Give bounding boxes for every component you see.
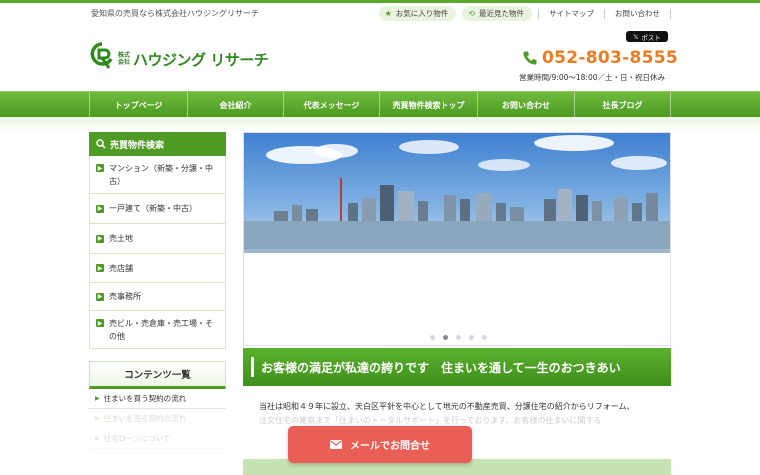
main-content: お客様の満足が私達の誇りです 住まいを通して一生のおつきあい 当社は昭和４９年に… [243, 132, 671, 428]
mail-inquiry-button[interactable]: メールでお問合せ [288, 426, 472, 463]
sidebar: 売買物件検索 ▶ マンション（新築・分譲・中古） ▶ 一戸建て（新築・中古） ▶… [89, 132, 226, 449]
mail-icon [330, 440, 342, 449]
sitemap-link[interactable]: サイトマップ [545, 8, 598, 19]
nav-item-top[interactable]: トップページ [89, 92, 187, 118]
triangle-right-icon: ▶ [95, 395, 100, 402]
arrow-right-icon: ▶ [96, 319, 104, 327]
phone-icon [523, 51, 537, 65]
nav-item-contact[interactable]: お問い合わせ [477, 92, 574, 118]
hero-slider[interactable] [243, 132, 671, 346]
slider-pagination [244, 335, 670, 340]
contact-link[interactable]: お問い合わせ [611, 8, 664, 19]
logo-company-type: 株式 会社 [118, 52, 131, 66]
triangle-right-icon: ▶ [95, 415, 100, 422]
nav-item-blog[interactable]: 社長ブログ [574, 92, 671, 118]
top-accent-line [0, 0, 760, 3]
search-icon [96, 139, 106, 149]
sidebar-item-office[interactable]: ▶ 売事務所 [89, 283, 226, 311]
business-hours: 営業時間/9:00〜18:00／土・日・祝日休み [519, 73, 665, 82]
company-intro: 当社は昭和４９年に設立、天白区平針を中心として地元の不動産売買、分譲住宅の紹介か… [243, 386, 671, 428]
favorites-button[interactable]: ★ お気に入り物件 [378, 6, 457, 21]
utility-links: ★ お気に入り物件 ⟲ 最近見た物件 サイトマップ お問い合わせ [378, 6, 671, 21]
divider [604, 8, 605, 19]
global-nav: トップページ 会社紹介 代表メッセージ 売買物件検索トップ お問い合わせ 社長ブ… [0, 91, 760, 118]
contents-panel-title: コンテンツ一覧 [89, 361, 226, 389]
phone-number[interactable]: 052-803-8555 [522, 48, 678, 68]
arrow-right-icon: ▶ [96, 264, 104, 272]
catchphrase-banner: お客様の満足が私達の誇りです 住まいを通して一生のおつきあい [243, 348, 671, 386]
triangle-right-icon: ▶ [95, 435, 100, 442]
arrow-right-icon: ▶ [96, 292, 104, 301]
sidebar-item-mansion[interactable]: ▶ マンション（新築・分譲・中古） [89, 156, 226, 194]
arrow-right-icon: ▶ [96, 164, 104, 172]
nav-shadow [0, 117, 760, 131]
slider-dot[interactable] [429, 335, 435, 340]
x-icon: 𝕏 [633, 32, 639, 41]
site-logo[interactable]: 株式 会社 ハウジング リサーチ [89, 41, 269, 71]
contents-item-buy-flow[interactable]: ▶ 住まいを買う契約の流れ [89, 389, 226, 409]
recent-button[interactable]: ⟲ 最近見た物件 [462, 6, 532, 21]
contents-item-loan[interactable]: ▶ 住宅ローンについて [89, 429, 226, 449]
search-panel-title: 売買物件検索 [89, 132, 226, 156]
arrow-right-icon: ▶ [96, 234, 104, 243]
divider [670, 8, 671, 19]
slider-dot[interactable] [468, 335, 474, 340]
nav-item-search[interactable]: 売買物件検索トップ [379, 92, 477, 118]
slider-dot[interactable] [455, 335, 461, 340]
divider [538, 8, 539, 19]
site-tagline: 愛知県の売買なら株式会社ハウジングリサーチ [91, 9, 259, 18]
x-post-button[interactable]: 𝕏 ポスト [626, 31, 668, 42]
contents-item-sell-flow[interactable]: ▶ 住まいを売る契約の流れ [89, 409, 226, 429]
arrow-right-icon: ▶ [96, 204, 104, 213]
intro-line-1: 当社は昭和４９年に設立、天白区平針を中心として地元の不動産売買、分譲住宅の紹介か… [259, 402, 635, 411]
slider-dot[interactable] [481, 335, 487, 340]
star-icon: ★ [384, 9, 392, 18]
sidebar-item-house[interactable]: ▶ 一戸建て（新築・中古） [89, 194, 226, 224]
nav-item-company[interactable]: 会社紹介 [187, 92, 283, 118]
sidebar-item-building[interactable]: ▶ 売ビル・売倉庫・売工場・その他 [89, 311, 226, 349]
hero-image-skyline [244, 135, 670, 253]
sidebar-item-store[interactable]: ▶ 売店舗 [89, 254, 226, 283]
sidebar-item-land[interactable]: ▶ 売土地 [89, 224, 226, 254]
logo-company-name: ハウジング リサーチ [133, 50, 269, 69]
logo-mark-icon [90, 42, 113, 69]
slider-dot-active[interactable] [442, 335, 448, 340]
history-icon: ⟲ [468, 9, 475, 18]
nav-item-message[interactable]: 代表メッセージ [283, 92, 379, 118]
